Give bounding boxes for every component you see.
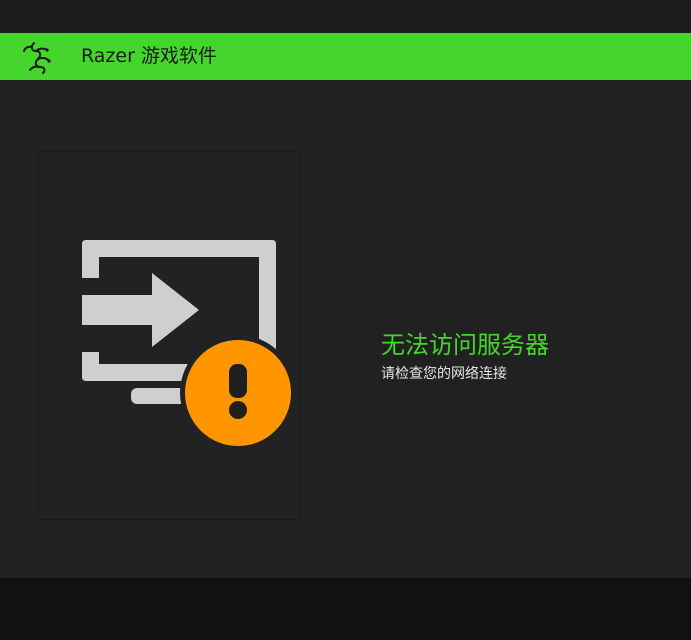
app-window: Razer 游戏软件 无法访问服务器 请检查您的网络连接 [0,0,691,578]
error-illustration [38,151,300,520]
error-message: 无法访问服务器 请检查您的网络连接 [381,329,549,383]
server-connection-error-icon [82,240,296,451]
razer-snake-logo-icon [20,39,60,75]
error-subtitle: 请检查您的网络连接 [381,366,507,382]
footer-bar [0,578,691,640]
app-title: Razer 游戏软件 [81,45,217,67]
error-title: 无法访问服务器 [381,331,549,359]
exclamation-icon [180,335,296,451]
app-header: Razer 游戏软件 [0,33,691,80]
title-bar [0,0,691,33]
